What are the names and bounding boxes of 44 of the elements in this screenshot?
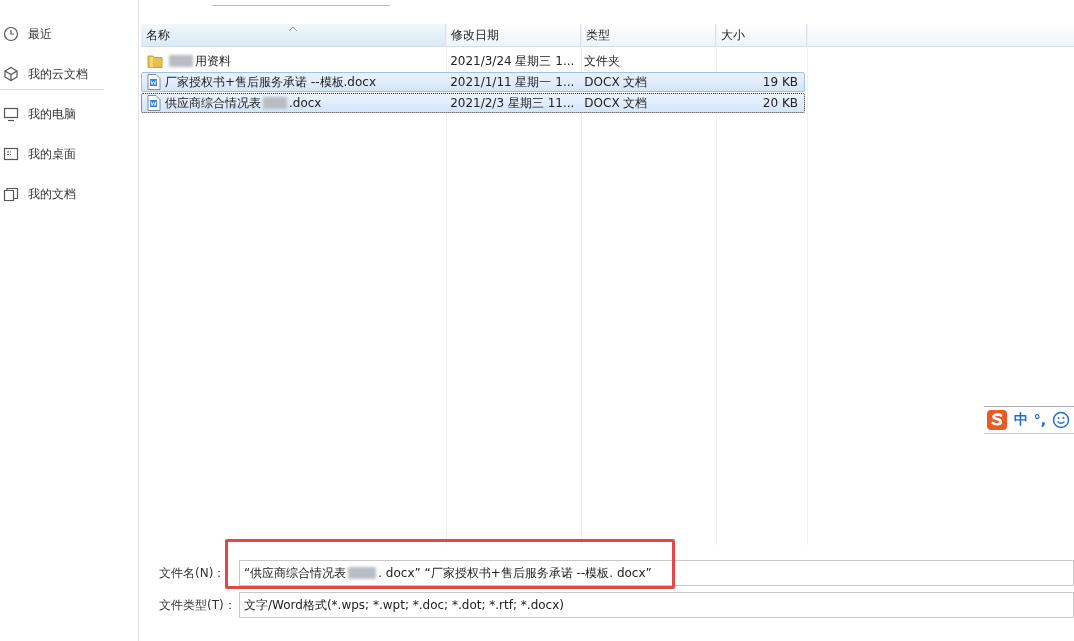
ime-mode-text[interactable]: 中 [1013, 411, 1028, 429]
file-name: 用资料 [195, 52, 231, 70]
blurred-text [263, 97, 287, 109]
file-name: 厂家授权书+售后服务承诺 --模板.docx [165, 73, 376, 91]
logo-icon [985, 409, 1008, 431]
folder-icon [147, 53, 163, 69]
column-header[interactable]: 名称 [141, 24, 446, 46]
size-text: 19 KB [762, 75, 798, 89]
sidebar-item[interactable]: 最近 [0, 24, 138, 44]
field-label: 文件名(N)： [159, 564, 227, 582]
sidebar-item[interactable]: 我的文档 [0, 184, 138, 204]
column-header[interactable]: 类型 [581, 24, 716, 46]
monitor-icon [3, 106, 19, 122]
file-row[interactable]: 厂家授权书+售后服务承诺 --模板.docx 2021/1/11 星期一 1... DOCX 文档 19 KB [141, 72, 805, 92]
file-name: .docx [289, 96, 322, 110]
sidebar-item[interactable]: 我的云文档 [0, 64, 138, 84]
sidebar-item[interactable]: 我的电脑 [0, 104, 138, 124]
type-text: DOCX 文档 [584, 73, 648, 91]
column-header[interactable]: 修改日期 [446, 24, 581, 46]
date-text: 2021/3/24 星期三 1... [450, 52, 575, 70]
word-document-icon [147, 95, 161, 111]
punctuation-text[interactable]: °, [1033, 412, 1046, 428]
cube-icon [3, 66, 19, 82]
size-text: 20 KB [762, 96, 798, 110]
word-document-icon [147, 74, 161, 90]
desktop-icon [3, 146, 19, 162]
date-text: 2021/1/11 星期一 1... [450, 73, 575, 91]
filename-field[interactable]: “供应商综合情况表 . docx” “厂家授权书+售后服务承诺 --模板. docx” [239, 560, 1074, 586]
field-label: 文件类型(T)： [159, 596, 237, 614]
type-text: DOCX 文档 [584, 94, 648, 112]
file-row[interactable]: 供应商综合情况表 .docx 2021/2/3 星期三 11... DOCX 文档 20 KB [141, 93, 805, 113]
blurred-text [348, 567, 377, 579]
date-text: 2021/2/3 星期三 11... [450, 94, 575, 112]
folders-icon [3, 186, 19, 202]
smiley-icon [1052, 411, 1070, 429]
file-row[interactable]: 用资料 2021/3/24 星期三 1... 文件夹 [141, 51, 805, 71]
sidebar-item[interactable]: 我的桌面 [0, 144, 138, 164]
column-header[interactable]: 大小 [716, 24, 807, 46]
ime-toolbar[interactable]: 中 °, [983, 406, 1074, 434]
filetype-field[interactable]: 文字/Word格式(*.wps; *.wpt; *.doc; *.dot; *.rtf; *.docx) [239, 592, 1074, 618]
type-text: 文件夹 [584, 52, 621, 70]
blurred-text [169, 55, 193, 67]
clock-icon [3, 26, 19, 42]
file-name: 供应商综合情况表 [165, 94, 261, 112]
